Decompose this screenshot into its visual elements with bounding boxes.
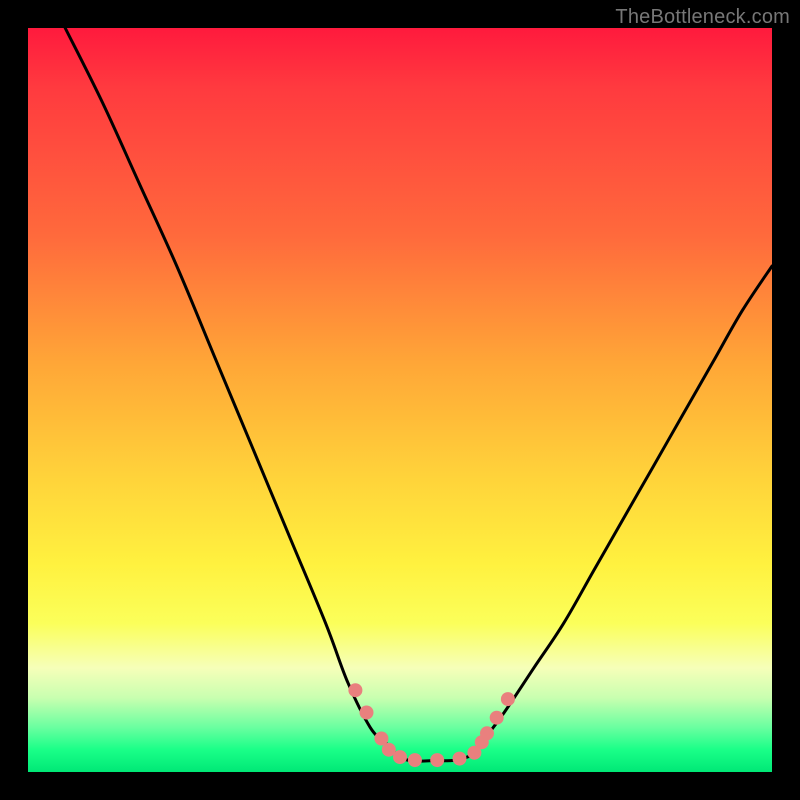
trough-marker (480, 726, 494, 740)
trough-marker (453, 752, 467, 766)
bottleneck-curve (65, 28, 772, 761)
trough-marker (348, 683, 362, 697)
trough-marker (360, 706, 374, 720)
attribution-text: TheBottleneck.com (615, 6, 790, 29)
trough-marker (501, 692, 515, 706)
trough-marker (393, 750, 407, 764)
trough-markers (348, 683, 515, 767)
trough-marker (430, 753, 444, 767)
curve-layer (28, 28, 772, 772)
plot-area (28, 28, 772, 772)
chart-frame: TheBottleneck.com (0, 0, 800, 800)
trough-marker (490, 711, 504, 725)
trough-marker (408, 753, 422, 767)
